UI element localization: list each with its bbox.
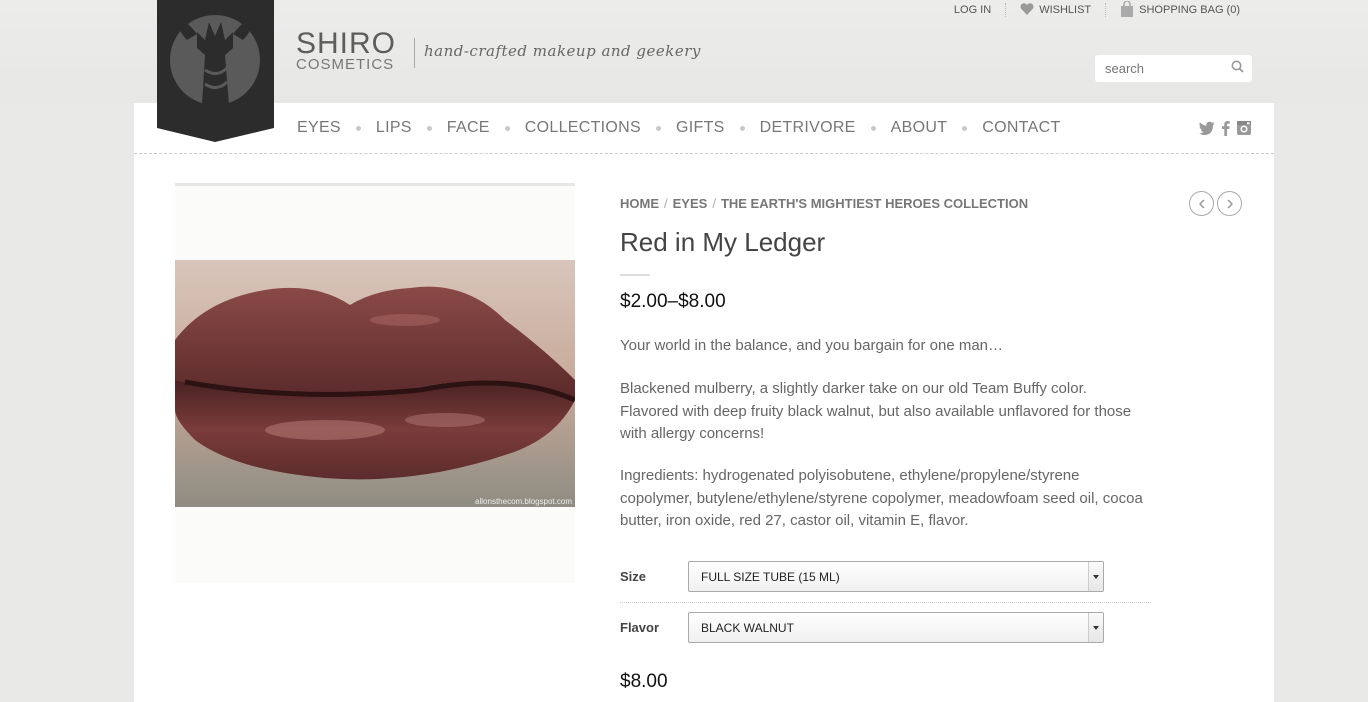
facebook-icon[interactable] (1221, 120, 1230, 141)
flavor-select[interactable]: BLACK WALNUT (688, 612, 1104, 643)
product-pager (1189, 191, 1242, 216)
size-select[interactable]: FULL SIZE TUBE (15 ML) (688, 561, 1104, 592)
brand-wordmark[interactable]: SHIRO COSMETICS (296, 27, 397, 73)
heart-icon (1020, 2, 1034, 18)
flavor-label: Flavor (620, 620, 660, 635)
nav-item-lips[interactable]: LIPS (376, 119, 412, 137)
search-box (1095, 55, 1252, 82)
breadcrumb-separator: / (664, 196, 668, 211)
variant-price: $8.00 (620, 671, 668, 692)
product-quote: Your world in the balance, and you barga… (620, 337, 1004, 354)
size-option-row: Size FULL SIZE TUBE (15 ML) (620, 561, 1151, 601)
breadcrumb-home[interactable]: HOME (620, 196, 659, 211)
option-divider (620, 602, 1151, 603)
product-image[interactable]: allonsthecom.blogspot.com (175, 183, 575, 583)
nav-item-collections[interactable]: COLLECTIONS (525, 119, 641, 137)
nav-separator (870, 125, 876, 131)
breadcrumb: HOME / EYES / THE EARTH'S MIGHTIEST HEROES C… (620, 196, 1028, 211)
social-links (1199, 120, 1252, 141)
twitter-icon[interactable] (1199, 121, 1215, 140)
search-input[interactable] (1103, 60, 1225, 77)
nav-separator (962, 125, 968, 131)
nav-item-eyes[interactable]: EYES (297, 119, 341, 137)
nav-item-detrivore[interactable]: DETRIVORE (760, 119, 856, 137)
nav-separator (426, 125, 432, 131)
next-product-button[interactable] (1217, 191, 1242, 216)
breadcrumb-collection[interactable]: THE EARTH'S MIGHTIEST HEROES COLLECTION (721, 196, 1028, 211)
lip-swatch-photo: allonsthecom.blogspot.com (175, 260, 575, 507)
product-title: Red in My Ledger (620, 227, 826, 257)
flavor-option-row: Flavor BLACK WALNUT (620, 612, 1151, 652)
utility-nav: LOG IN WISHLIST SHOPPING BAG (0) (940, 0, 1254, 20)
login-link[interactable]: LOG IN (940, 2, 1005, 18)
size-select-value: FULL SIZE TUBE (15 ML) (701, 569, 840, 584)
nav-item-about[interactable]: ABOUT (891, 119, 948, 137)
login-label: LOG IN (953, 4, 992, 16)
photo-credit: allonsthecom.blogspot.com (475, 497, 572, 506)
flavor-select-value: BLACK WALNUT (701, 620, 794, 635)
dropdown-arrow-icon (1088, 613, 1103, 642)
size-label: Size (620, 569, 647, 584)
product-ingredients: Ingredients: hydrogenated polyisobutene,… (620, 467, 1143, 529)
title-divider (620, 274, 650, 276)
brand-divider (414, 38, 415, 68)
nav-separator (504, 125, 510, 131)
wishlist-label: WISHLIST (1039, 4, 1092, 16)
search-icon[interactable] (1231, 60, 1244, 78)
breadcrumb-separator: / (712, 196, 716, 211)
chevron-left-icon (1198, 198, 1205, 209)
brand-subtitle: COSMETICS (296, 56, 395, 73)
chevron-right-icon (1226, 198, 1233, 209)
brand-tagline: hand-crafted makeup and geekery (424, 42, 701, 60)
breadcrumb-eyes[interactable]: EYES (673, 196, 708, 211)
instagram-icon[interactable] (1236, 120, 1252, 141)
previous-product-button[interactable] (1189, 191, 1214, 216)
price-range: $2.00–$8.00 (620, 291, 726, 312)
nav-item-contact[interactable]: CONTACT (982, 119, 1060, 137)
shopping-bag-icon (1120, 0, 1134, 20)
nav-separator (739, 125, 745, 131)
nav-item-gifts[interactable]: GIFTS (676, 119, 725, 137)
main-panel: EYES LIPS FACE COLLECTIONS GIFTS DETRIVO… (134, 103, 1274, 702)
logo-badge[interactable] (157, 0, 274, 145)
brand-name: SHIRO (296, 27, 397, 60)
wishlist-link[interactable]: WISHLIST (1006, 2, 1105, 18)
shopping-bag-label: SHOPPING BAG (0) (1139, 4, 1240, 16)
nav-items: EYES LIPS FACE COLLECTIONS GIFTS DETRIVO… (297, 119, 1061, 137)
nav-item-face[interactable]: FACE (447, 119, 490, 137)
product-description: Blackened mulberry, a slightly darker ta… (620, 380, 1132, 442)
dropdown-arrow-icon (1088, 562, 1103, 591)
nav-separator (656, 125, 661, 131)
shopping-bag-link[interactable]: SHOPPING BAG (0) (1106, 0, 1254, 20)
main-nav: EYES LIPS FACE COLLECTIONS GIFTS DETRIVO… (134, 103, 1274, 154)
nav-separator (355, 125, 361, 131)
